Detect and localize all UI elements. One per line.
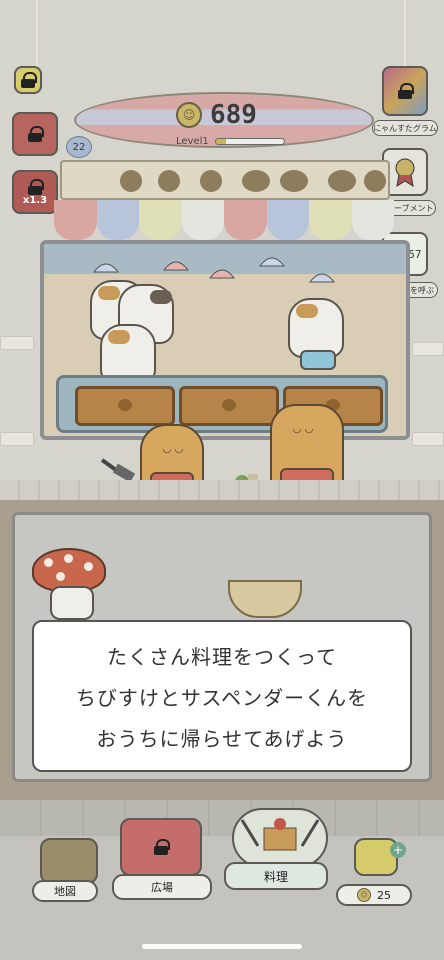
lock-icon [21, 72, 37, 88]
medal-icon [395, 158, 415, 187]
hanging-string [36, 0, 38, 70]
locked-boost-button[interactable]: x1.3 [12, 170, 58, 214]
upgrade-cost-value: 25 [377, 888, 391, 902]
home-indicator[interactable] [142, 944, 302, 949]
awning-stripe [54, 200, 97, 240]
paw-icon [118, 399, 132, 411]
menu-item-pot-icon [158, 170, 180, 192]
speech-badge-count: 22 [72, 141, 86, 153]
nav-map[interactable]: 地図 [32, 880, 98, 902]
plus-icon[interactable]: + [390, 842, 406, 858]
level-label: Level1 [176, 136, 209, 147]
locked-button-small[interactable] [14, 66, 42, 94]
coin-icon: ☺ [176, 102, 202, 128]
menu-item-cup-icon [120, 170, 142, 192]
awning-stripe [266, 200, 309, 240]
awning-stripe [351, 200, 394, 240]
boost-multiplier: x1.3 [22, 194, 48, 206]
cat-gram-label: にゃんすたグラム [372, 120, 438, 136]
dialog-line: ちびすけとサスペンダーくんを [75, 685, 369, 710]
level-indicator: Level1 [176, 136, 285, 147]
cat-gram-button[interactable] [382, 66, 428, 116]
kitchen-tiles [0, 480, 444, 500]
awning-stripe [139, 200, 182, 240]
lock-icon [28, 178, 44, 195]
awning-stripe [224, 200, 267, 240]
coin-counter: ☺ 689 [176, 100, 257, 130]
locked-button-menu[interactable] [12, 112, 58, 156]
tutorial-dialog[interactable]: たくさん料理をつくって ちびすけとサスペンダーくんを おうちに帰らせてあげよう [32, 620, 412, 772]
serving-tray[interactable] [75, 386, 175, 426]
shop-awning [54, 200, 394, 240]
awning-stripe [309, 200, 352, 240]
serving-tray[interactable] [179, 386, 279, 426]
nav-cooking[interactable]: 料理 [224, 862, 328, 890]
lock-icon [398, 83, 414, 99]
wall-shelf [0, 336, 34, 350]
menu-item-bread-icon [242, 170, 270, 192]
upgrade-cost[interactable]: ☺ 25 [336, 884, 412, 906]
customer-cat [288, 298, 344, 370]
kitchen-counter-rail [0, 800, 444, 836]
wall-shelf [0, 432, 34, 446]
awning-stripe [181, 200, 224, 240]
food-truck-icon[interactable] [120, 818, 202, 876]
level-progress-fill [215, 139, 226, 144]
wall-shelf [412, 432, 444, 446]
coin-count: 689 [210, 100, 257, 130]
mushroom-cat [50, 586, 94, 620]
level-progress-bar [214, 138, 285, 145]
cooking-dish-icon[interactable] [232, 808, 328, 868]
hanging-string [404, 0, 406, 70]
dialog-line: たくさん料理をつくって [107, 644, 337, 669]
map-icon[interactable] [40, 838, 98, 884]
menu-item-pie-icon [328, 170, 356, 192]
paw-icon [222, 399, 236, 411]
dialog-line: おうちに帰らせてあげよう [96, 726, 348, 751]
awning-stripe [96, 200, 139, 240]
lock-icon [154, 839, 170, 855]
menu-strip [60, 160, 390, 200]
menu-item-mug-icon [200, 170, 222, 192]
nav-plaza[interactable]: 広場 [112, 874, 212, 900]
coin-icon: ☺ [357, 888, 371, 902]
speech-badge: 22 [66, 136, 92, 158]
lock-icon [28, 126, 44, 142]
menu-item-cake-icon [280, 170, 308, 192]
menu-item-bun-icon [364, 170, 386, 192]
wall-shelf [412, 342, 444, 356]
